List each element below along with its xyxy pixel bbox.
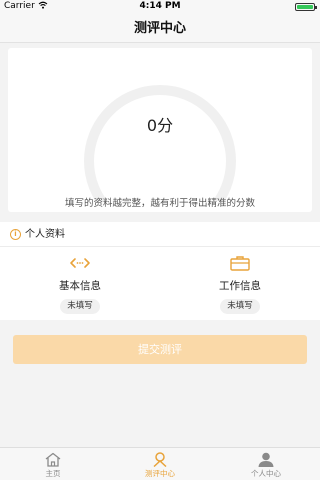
profile-section: i 个人资料 基本信息 未填写 工作信息 未填写 — [0, 222, 320, 320]
profile-section-header: i 个人资料 — [10, 225, 65, 245]
basic-info-status: 未填写 — [60, 299, 100, 314]
tab-assessment-label: 测评中心 — [145, 469, 175, 478]
tab-home[interactable]: 主页 — [0, 452, 106, 479]
work-info-label: 工作信息 — [219, 280, 261, 292]
code-arrows-icon — [70, 258, 90, 268]
home-icon — [45, 452, 61, 467]
tab-bar: 主页 测评中心 个人中心 — [0, 447, 320, 480]
score-ring — [84, 85, 236, 201]
status-bar: Carrier 4:14 PM — [0, 0, 320, 14]
assessment-icon — [153, 452, 167, 467]
briefcase-icon — [230, 256, 250, 271]
score-card: 0分 填写的资料越完整，越有利于得出精准的分数 — [8, 48, 312, 212]
work-info-item[interactable]: 工作信息 未填写 — [180, 255, 300, 314]
score-value: 0分 — [146, 116, 174, 135]
tab-assessment[interactable]: 测评中心 — [107, 452, 213, 479]
score-hint: 填写的资料越完整，越有利于得出精准的分数 — [64, 198, 255, 209]
profile-section-title: 个人资料 — [25, 229, 65, 240]
submit-assessment-button[interactable]: 提交测评 — [13, 335, 307, 364]
tab-home-label: 主页 — [45, 469, 61, 478]
section-divider — [0, 246, 320, 247]
status-time: 4:14 PM — [139, 1, 181, 11]
basic-info-label: 基本信息 — [59, 280, 101, 292]
battery-icon — [295, 3, 317, 11]
tab-profile-label: 个人中心 — [251, 469, 281, 478]
user-icon — [258, 452, 274, 467]
work-info-status: 未填写 — [220, 299, 260, 314]
nav-title: 测评中心 — [0, 14, 320, 43]
info-icon: i — [10, 228, 21, 240]
tab-profile[interactable]: 个人中心 — [213, 452, 319, 479]
basic-info-item[interactable]: 基本信息 未填写 — [20, 255, 140, 314]
